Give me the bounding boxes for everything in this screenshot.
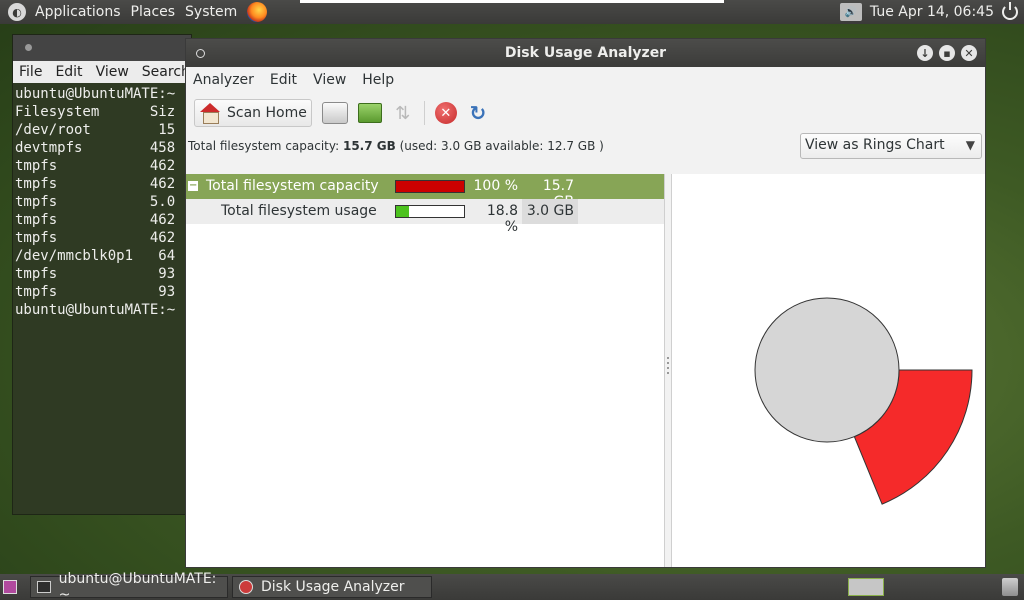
usage-bar-fill — [396, 181, 464, 192]
taskbar-item-label: ubuntu@UbuntuMATE: ~ — [58, 571, 217, 600]
menu-edit[interactable]: Edit — [270, 72, 297, 88]
menu-view[interactable]: View — [313, 72, 346, 88]
terminal-menu-search[interactable]: Search — [142, 64, 190, 80]
menu-help[interactable]: Help — [362, 72, 394, 88]
row-name: Total filesystem usage — [221, 203, 377, 219]
rings-chart[interactable] — [671, 174, 985, 567]
refresh-icon[interactable]: ↻ — [467, 101, 489, 125]
scan-home-button[interactable]: Scan Home — [194, 99, 312, 127]
system-menu[interactable]: System — [183, 4, 245, 20]
window-title: Disk Usage Analyzer — [504, 45, 667, 61]
collapse-icon[interactable]: − — [188, 181, 198, 191]
terminal-menu-view[interactable]: View — [96, 64, 129, 80]
taskbar-item-terminal[interactable]: ubuntu@UbuntuMATE: ~ — [30, 571, 228, 600]
capacity-label: Total filesystem capacity: — [188, 139, 340, 153]
mate-menu-icon[interactable]: ◐ — [8, 3, 26, 21]
scan-home-label: Scan Home — [227, 105, 307, 121]
ring-center-disc[interactable] — [754, 297, 900, 443]
show-desktop-icon[interactable] — [3, 580, 17, 594]
terminal-output[interactable]: ubuntu@UbuntuMATE:~ Filesystem Siz /dev/… — [13, 83, 191, 319]
row-size: 3.0 GB — [522, 199, 578, 224]
tree-row[interactable]: Total filesystem usage 18.8 % 3.0 GB — [186, 199, 664, 235]
chevron-down-icon: ▼ — [965, 138, 975, 152]
scan-filesystem-drive-icon[interactable] — [321, 102, 348, 124]
clock[interactable]: Tue Apr 14, 06:45 — [870, 4, 994, 20]
toolbar: Scan Home ⇅ ✕ ↻ — [186, 93, 985, 133]
window-titlebar[interactable]: Disk Usage Analyzer ↓ ▪ ✕ — [186, 39, 985, 67]
top-panel: ◐ Applications Places System 🔊 Tue Apr 1… — [0, 0, 1024, 24]
row-size: 15.7 GB — [542, 178, 574, 210]
window-menu-icon[interactable] — [25, 44, 32, 51]
bottom-panel: ubuntu@UbuntuMATE: ~ Disk Usage Analyzer — [0, 571, 1024, 600]
trash-icon[interactable] — [1002, 578, 1018, 596]
toolbar-separator — [423, 101, 425, 125]
window-menu-icon[interactable] — [196, 49, 205, 58]
scan-folder-icon[interactable] — [357, 103, 382, 123]
power-icon[interactable] — [1002, 2, 1018, 20]
terminal-window[interactable]: File Edit View Search ubuntu@UbuntuMATE:… — [12, 34, 192, 515]
taskbar-item-label: Disk Usage Analyzer — [261, 579, 405, 595]
usage-bar — [395, 180, 465, 193]
volume-icon[interactable]: 🔊 — [839, 3, 862, 21]
row-name: Total filesystem capacity — [206, 178, 379, 194]
row-percent: 100 % — [473, 178, 518, 194]
capacity-detail: (used: 3.0 GB available: 12.7 GB ) — [399, 139, 604, 153]
minimize-icon[interactable]: ↓ — [917, 45, 933, 61]
capacity-text: Total filesystem capacity: 15.7 GB (used… — [188, 139, 604, 153]
rings-chart-svg — [754, 297, 973, 505]
capacity-value: 15.7 GB — [342, 139, 396, 153]
terminal-titlebar[interactable] — [13, 35, 191, 61]
disk-usage-icon — [239, 580, 253, 594]
terminal-icon — [37, 581, 51, 593]
disk-usage-analyzer-window: Disk Usage Analyzer ↓ ▪ ✕ Analyzer Edit … — [185, 38, 986, 568]
usage-tree[interactable]: − Total filesystem capacity 100 % 15.7 G… — [186, 174, 665, 567]
capacity-summary: Total filesystem capacity: 15.7 GB (used… — [186, 133, 985, 161]
close-icon[interactable]: ✕ — [961, 45, 977, 61]
workspace-switcher[interactable] — [848, 578, 884, 596]
view-as-select[interactable]: View as Rings Chart ▼ — [800, 133, 982, 159]
terminal-menubar: File Edit View Search — [13, 61, 191, 83]
main-content: − Total filesystem capacity 100 % 15.7 G… — [186, 174, 985, 567]
row-percent: 18.8 % — [486, 203, 518, 235]
taskbar-item-disk-usage[interactable]: Disk Usage Analyzer — [232, 576, 432, 598]
terminal-menu-file[interactable]: File — [19, 64, 42, 80]
tree-row[interactable]: − Total filesystem capacity 100 % 15.7 G… — [186, 174, 664, 210]
places-menu[interactable]: Places — [129, 4, 184, 20]
stop-icon[interactable]: ✕ — [434, 102, 457, 124]
maximize-icon[interactable]: ▪ — [939, 45, 955, 61]
firefox-launcher-icon[interactable] — [247, 2, 268, 22]
usage-bar-fill — [396, 206, 409, 217]
terminal-menu-edit[interactable]: Edit — [55, 64, 82, 80]
usage-bar — [395, 205, 465, 218]
menu-analyzer[interactable]: Analyzer — [193, 72, 254, 88]
scan-remote-arrows-icon[interactable]: ⇅ — [392, 102, 414, 124]
home-icon — [199, 103, 221, 124]
background-window-edge — [300, 0, 724, 3]
view-as-value: View as Rings Chart — [805, 137, 945, 153]
applications-menu[interactable]: Applications — [33, 4, 129, 20]
menubar: Analyzer Edit View Help — [186, 67, 985, 93]
